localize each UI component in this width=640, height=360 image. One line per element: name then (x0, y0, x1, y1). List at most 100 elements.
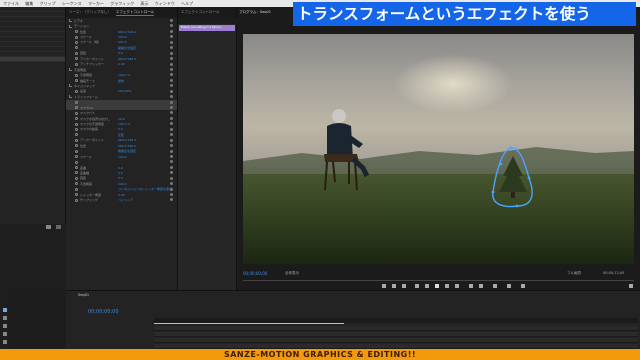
effect-param-value[interactable]: 縦横比を固定 (118, 149, 136, 153)
reset-icon[interactable] (170, 154, 173, 158)
stopwatch-icon[interactable] (75, 79, 78, 83)
effect-param-value[interactable]: 0.00 (118, 193, 125, 197)
effect-param-value[interactable]: コンポジションのシャッター角度を使用 (118, 187, 172, 191)
stopwatch-icon[interactable] (75, 187, 78, 191)
stopwatch-icon[interactable] (75, 193, 78, 197)
lift-icon[interactable] (469, 284, 473, 288)
stopwatch-icon[interactable] (75, 117, 78, 121)
disclosure-triangle-icon[interactable] (69, 68, 72, 72)
reset-icon[interactable] (170, 127, 173, 131)
stopwatch-icon[interactable] (75, 100, 78, 104)
track-v1[interactable] (154, 326, 638, 331)
reset-icon[interactable] (170, 111, 173, 115)
track-a1[interactable] (154, 338, 638, 343)
mask-path-outline[interactable] (483, 144, 543, 214)
reset-icon[interactable] (170, 176, 173, 180)
menu-view[interactable]: 表示 (140, 1, 148, 6)
program-scrubber[interactable] (243, 280, 634, 281)
quality-select[interactable]: フル画質 (567, 271, 581, 276)
reset-icon[interactable] (170, 51, 173, 55)
reset-icon[interactable] (170, 122, 173, 126)
stopwatch-icon[interactable] (75, 62, 78, 66)
effect-param-value[interactable]: 縦横比を固定 (118, 46, 136, 50)
reset-icon[interactable] (170, 160, 173, 164)
effect-param-value[interactable]: 0.00 (118, 62, 125, 66)
effect-param-value[interactable]: 960.0 540.0 (118, 57, 136, 61)
extract-icon[interactable] (479, 284, 483, 288)
track-select-icon[interactable] (3, 316, 7, 320)
disclosure-triangle-icon[interactable] (69, 24, 72, 28)
reset-icon[interactable] (170, 24, 173, 28)
reset-icon[interactable] (170, 29, 173, 33)
stopwatch-icon[interactable] (75, 144, 78, 148)
stopwatch-icon[interactable] (75, 155, 78, 159)
effect-param-value[interactable]: 100.0 % (118, 122, 130, 126)
effect-param-value[interactable]: 10.0 (118, 117, 125, 121)
mark-in-icon[interactable] (392, 284, 396, 288)
effect-param-value[interactable]: 反転 (118, 133, 124, 137)
stopwatch-icon[interactable] (75, 149, 78, 153)
reset-icon[interactable] (170, 62, 173, 66)
program-video-frame[interactable] (243, 34, 634, 264)
effect-row[interactable]: サンプリング バイリニア (66, 197, 177, 202)
go-to-in-icon[interactable] (415, 284, 419, 288)
reset-icon[interactable] (170, 165, 173, 169)
add-marker-icon[interactable] (382, 284, 386, 288)
stopwatch-icon[interactable] (75, 171, 78, 175)
effect-param-value[interactable]: 0.0 (118, 176, 123, 180)
reset-icon[interactable] (170, 100, 173, 104)
reset-icon[interactable] (170, 144, 173, 148)
effect-param-value[interactable]: 0.0 (118, 51, 123, 55)
button-editor-icon[interactable] (629, 284, 633, 288)
reset-icon[interactable] (170, 193, 173, 196)
clip-bar[interactable]: Elderly man sitting in a field sl... (179, 25, 235, 31)
reset-icon[interactable] (170, 182, 173, 186)
reset-icon[interactable] (170, 73, 173, 77)
effect-param-value[interactable]: 960.0 540.0 (118, 138, 136, 142)
reset-icon[interactable] (170, 198, 173, 202)
timeline-tab[interactable]: Seq01 (78, 293, 89, 297)
disclosure-triangle-icon[interactable] (69, 95, 72, 99)
effect-param-value[interactable]: バイリニア (118, 198, 133, 202)
effect-param-value[interactable]: 960.0 540.0 (118, 144, 136, 148)
menu-help[interactable]: ヘルプ (181, 1, 193, 6)
comparison-view-icon[interactable] (507, 284, 511, 288)
pen-tool-icon[interactable] (3, 340, 7, 344)
stopwatch-icon[interactable] (75, 89, 78, 93)
razor-tool-icon[interactable] (3, 332, 7, 336)
menu-file[interactable]: ファイル (3, 1, 19, 6)
reset-icon[interactable] (170, 133, 173, 137)
mark-out-icon[interactable] (402, 284, 406, 288)
step-forward-icon[interactable] (445, 284, 449, 288)
reset-icon[interactable] (170, 95, 173, 99)
menu-marker[interactable]: マーカー (88, 1, 104, 6)
stopwatch-icon[interactable] (75, 133, 78, 137)
stopwatch-icon[interactable] (75, 73, 78, 77)
track-v2[interactable] (154, 332, 638, 337)
fit-select[interactable]: 全体表示 (285, 271, 299, 276)
selection-tool-icon[interactable] (3, 308, 7, 312)
effect-param-value[interactable]: 100.0 (118, 155, 127, 159)
stopwatch-icon[interactable] (75, 176, 78, 180)
export-frame-icon[interactable] (493, 284, 497, 288)
folder-icon[interactable] (46, 225, 51, 229)
stopwatch-icon[interactable] (75, 138, 78, 142)
reset-icon[interactable] (170, 89, 173, 93)
disclosure-triangle-icon[interactable] (69, 84, 72, 88)
menu-clip[interactable]: クリップ (40, 1, 56, 6)
effect-param-value[interactable]: 100.0 % (118, 73, 130, 77)
effect-param-value[interactable]: 0.0 (118, 127, 123, 131)
stopwatch-icon[interactable] (75, 106, 78, 110)
stopwatch-icon[interactable] (75, 166, 78, 170)
reset-icon[interactable] (170, 57, 173, 61)
reset-icon[interactable] (170, 116, 173, 120)
stopwatch-icon[interactable] (75, 30, 78, 34)
tab-source[interactable]: ソース：（クリップなし） (69, 10, 111, 15)
effect-param-value[interactable]: 100.0 (118, 35, 127, 39)
stopwatch-icon[interactable] (75, 40, 78, 44)
go-to-out-icon[interactable] (455, 284, 459, 288)
tab-effect-controls-2[interactable]: エフェクトコントロール (181, 10, 220, 15)
step-back-icon[interactable] (425, 284, 429, 288)
project-row-selected[interactable] (0, 57, 65, 62)
reset-icon[interactable] (170, 171, 173, 175)
